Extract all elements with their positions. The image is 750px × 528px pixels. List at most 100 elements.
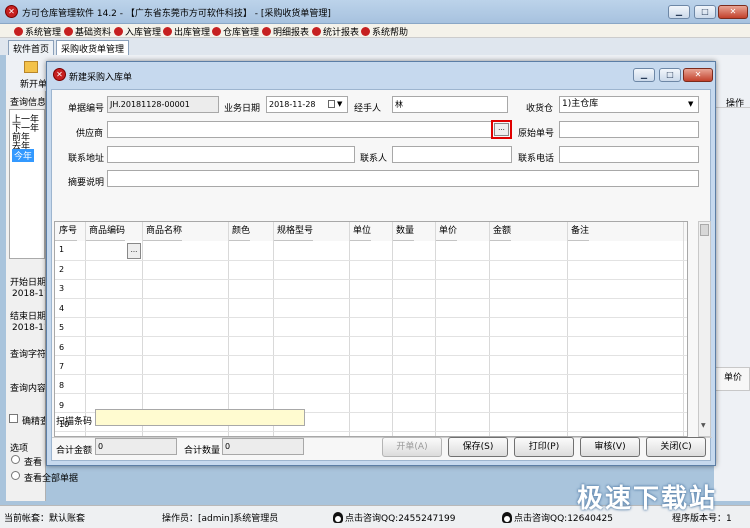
dialog-close-button[interactable]: ✕: [683, 68, 713, 82]
col-price[interactable]: 单价: [435, 222, 458, 241]
close-dialog-button[interactable]: 关闭(C): [646, 437, 706, 457]
new-doc-icon: [24, 61, 38, 73]
table-row[interactable]: 7: [59, 362, 64, 371]
date-value: 2018-11-28: [269, 100, 316, 109]
menu-icon: [14, 27, 23, 36]
chevron-down-icon[interactable]: ▼: [337, 97, 342, 112]
table-row[interactable]: 9: [59, 401, 64, 410]
orig-no-field[interactable]: [559, 121, 699, 138]
right-grid-fragment: 操作 单价: [714, 91, 750, 501]
supplier-lookup-button[interactable]: ...: [494, 123, 509, 136]
menu-base-data[interactable]: 基础资料: [64, 25, 111, 38]
menu-stat-report[interactable]: 统计报表: [312, 25, 359, 38]
col-spec[interactable]: 规格型号: [273, 222, 314, 241]
total-qty-label: 合计数量: [184, 446, 221, 456]
qq-penguin-icon: [502, 512, 512, 523]
supplier-field[interactable]: [107, 121, 493, 138]
scroll-down-icon[interactable]: ▼: [701, 422, 706, 429]
col-divider: [228, 222, 229, 436]
col-note[interactable]: 备注: [567, 222, 590, 241]
date-picker[interactable]: 2018-11-28 ▼: [266, 96, 348, 113]
minimize-button[interactable]: ▁: [668, 5, 690, 19]
new-purchase-dialog: ✕ 新建采购入库单 ▁ □ ✕ 单据编号 JH.20181128-00001 业…: [46, 61, 716, 466]
col-unit[interactable]: 单位: [349, 222, 372, 241]
new-doc-button[interactable]: 新开单: [20, 77, 47, 90]
end-date-value[interactable]: 2018-11: [12, 323, 45, 333]
save-button[interactable]: 保存(S): [448, 437, 508, 457]
status-operator: 操作员：[admin]系统管理员: [162, 514, 279, 524]
scan-label: 扫描条码: [56, 417, 93, 427]
start-date-value[interactable]: 2018-11: [12, 289, 45, 299]
table-row[interactable]: 3: [59, 284, 64, 293]
col-divider: [349, 222, 350, 436]
row-divider: [55, 393, 687, 394]
menu-system[interactable]: 系统管理: [14, 25, 61, 38]
table-row[interactable]: 8: [59, 381, 64, 390]
row-divider: [55, 317, 687, 318]
print-button[interactable]: 打印(P): [514, 437, 574, 457]
items-grid: 序号 商品编码 商品名称 颜色 规格型号 单位 数量 单价 金额 备注 1 2 …: [54, 221, 688, 437]
contact-label: 联系人: [360, 154, 388, 164]
grid-vertical-scrollbar[interactable]: ▼: [698, 221, 711, 437]
supplier-label: 供应商: [76, 129, 104, 139]
product-lookup-button[interactable]: ...: [127, 243, 141, 259]
col-name[interactable]: 商品名称: [142, 222, 183, 241]
query-char-label: 查询字符: [10, 350, 46, 360]
maximize-button[interactable]: □: [694, 5, 716, 19]
table-row[interactable]: 2: [59, 265, 64, 274]
table-row[interactable]: 1: [59, 245, 64, 254]
scroll-thumb[interactable]: [700, 224, 709, 236]
dialog-maximize-button[interactable]: □: [659, 68, 681, 82]
row-divider: [55, 355, 687, 356]
menu-bar: 系统管理 基础资料 入库管理 出库管理 仓库管理 明细报表 统计报表 系统帮助: [0, 24, 750, 38]
row-divider: [55, 374, 687, 375]
doc-no-field[interactable]: JH.20181128-00001: [107, 96, 219, 113]
menu-help[interactable]: 系统帮助: [361, 25, 408, 38]
menu-icon: [64, 27, 73, 36]
handler-field[interactable]: 林: [392, 96, 508, 113]
scan-barcode-input[interactable]: [95, 409, 305, 426]
address-label: 联系地址: [68, 154, 105, 164]
summary-field[interactable]: [107, 170, 699, 187]
contact-field[interactable]: [392, 146, 512, 163]
menu-detail-report[interactable]: 明细报表: [262, 25, 309, 38]
col-divider: [435, 222, 436, 436]
menu-icon: [114, 27, 123, 36]
period-item-selected[interactable]: 今年: [12, 149, 35, 162]
menu-icon: [163, 27, 172, 36]
col-code[interactable]: 商品编码: [85, 222, 126, 241]
main-title-bar: ✕ 方可仓库管理软件 14.2 - 【广东省东莞市方可软件科技】 - [采购收货…: [0, 0, 750, 24]
col-divider: [392, 222, 393, 436]
warehouse-select[interactable]: 1)主仓库 ▼: [559, 96, 699, 113]
row-divider: [55, 298, 687, 299]
table-row[interactable]: 5: [59, 323, 64, 332]
calendar-icon[interactable]: [328, 100, 335, 108]
tab-home[interactable]: 软件首页: [8, 40, 55, 55]
menu-outbound[interactable]: 出库管理: [163, 25, 210, 38]
qq-penguin-icon: [333, 512, 343, 523]
row-divider: [55, 260, 687, 261]
option-1-label: 查看: [24, 458, 43, 468]
audit-button[interactable]: 审核(V): [580, 437, 640, 457]
open-button[interactable]: 开单(A): [382, 437, 442, 457]
address-field[interactable]: [107, 146, 355, 163]
exact-checkbox[interactable]: [9, 414, 18, 423]
chevron-down-icon[interactable]: ▼: [688, 97, 693, 112]
phone-field[interactable]: [559, 146, 699, 163]
option-radio-1[interactable]: [11, 455, 20, 464]
table-row[interactable]: 4: [59, 304, 64, 313]
menu-warehouse[interactable]: 仓库管理: [212, 25, 259, 38]
col-qty[interactable]: 数量: [392, 222, 415, 241]
watermark: 极速下载站: [577, 484, 718, 514]
menu-inbound[interactable]: 入库管理: [114, 25, 161, 38]
tab-purchase-receipt[interactable]: 采购收货单管理: [56, 40, 130, 55]
dialog-minimize-button[interactable]: ▁: [633, 68, 655, 82]
menu-icon: [212, 27, 221, 36]
qq-contact-1[interactable]: 点击咨询QQ:2455247199: [333, 511, 455, 524]
table-row[interactable]: 6: [59, 343, 64, 352]
option-radio-2[interactable]: [11, 471, 20, 480]
col-amount[interactable]: 金额: [489, 222, 512, 241]
close-button[interactable]: ✕: [718, 5, 748, 19]
col-seq[interactable]: 序号: [55, 222, 78, 241]
col-color[interactable]: 颜色: [228, 222, 251, 241]
